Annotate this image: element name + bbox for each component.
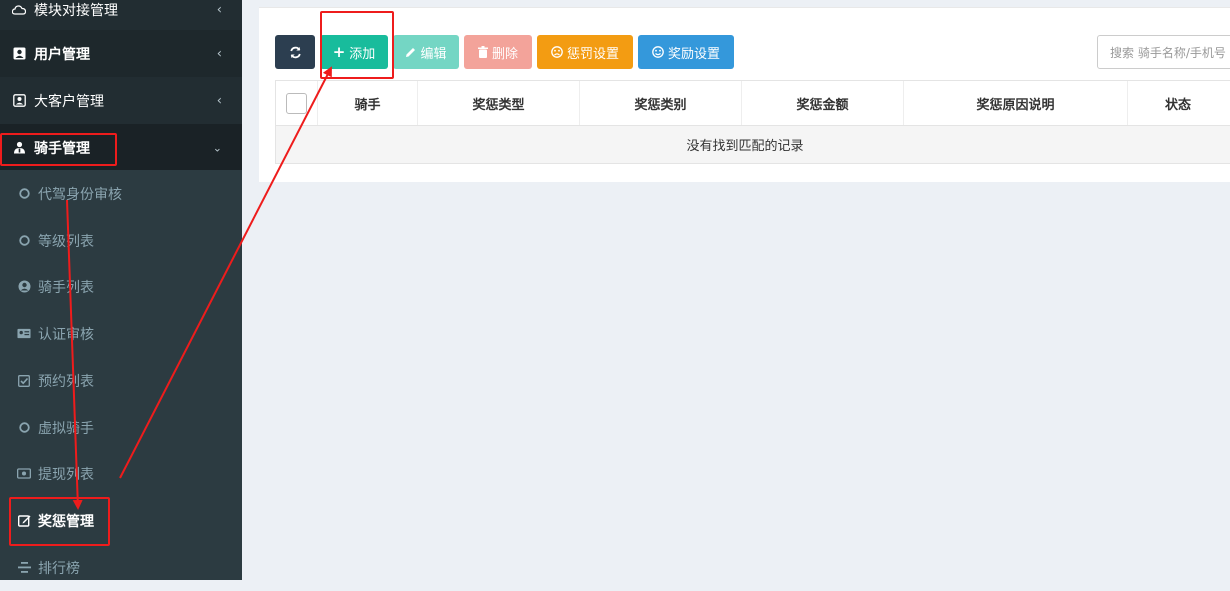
select-all-checkbox[interactable] [286, 92, 307, 114]
sidebar-subitem-rider-list[interactable]: 骑手列表 [0, 263, 242, 310]
refresh-icon [289, 46, 301, 58]
empty-table-message: 没有找到匹配的记录 [275, 126, 1230, 164]
check-square-icon [17, 374, 31, 388]
sidebar-item-label: 用户管理 [34, 46, 90, 63]
sidebar-subitem-leaderboard[interactable]: 排行榜 [0, 544, 242, 591]
sidebar: 模块对接管理 ‹ 用户管理 ‹ 大客户管理 ‹ 骑手管理 ⌄ 代驾身份审核 等级… [0, 0, 242, 580]
highlight-add-button [320, 11, 394, 79]
id-card-icon [17, 327, 31, 341]
select-all-cell [276, 81, 318, 125]
sidebar-item-key-accounts[interactable]: 大客户管理 ‹ [0, 77, 242, 124]
table-header: 骑手 奖惩类型 奖惩类别 奖惩金额 奖惩原因说明 状态 [275, 80, 1230, 126]
sidebar-item-label: 模块对接管理 [34, 2, 118, 19]
sidebar-item-users[interactable]: 用户管理 ‹ [0, 30, 242, 77]
cloud-icon [12, 3, 26, 17]
chevron-down-icon: ⌄ [212, 141, 222, 154]
delete-button[interactable]: 删除 [464, 35, 532, 69]
search-input[interactable]: 搜索 骑手名称/手机号 [1097, 35, 1230, 69]
reward-settings-button[interactable]: 奖励设置 [638, 35, 734, 69]
search-placeholder: 搜索 骑手名称/手机号 [1110, 45, 1226, 60]
sidebar-subitem-label: 虚拟骑手 [38, 420, 94, 437]
column-header[interactable]: 骑手 [318, 81, 418, 125]
highlight-rider-management [0, 133, 117, 166]
sidebar-subitem-virtual-rider[interactable]: 虚拟骑手 [0, 404, 242, 451]
smile-icon [652, 46, 664, 58]
chevron-left-icon: ‹ [216, 2, 222, 17]
sidebar-subitem-level-list[interactable]: 等级列表 [0, 217, 242, 264]
sidebar-item-label: 大客户管理 [34, 93, 104, 110]
sidebar-subitem-label: 提现列表 [38, 466, 94, 483]
column-header[interactable]: 奖惩原因说明 [904, 81, 1128, 125]
sidebar-subitem-label: 代驾身份审核 [38, 186, 122, 203]
list-icon [17, 561, 31, 575]
chevron-left-icon: ‹ [216, 46, 222, 61]
highlight-reward-punish [9, 497, 110, 546]
sidebar-subitem-booking-list[interactable]: 预约列表 [0, 357, 242, 404]
sidebar-subitem-withdraw-list[interactable]: 提现列表 [0, 450, 242, 497]
sidebar-item-module-integration[interactable]: 模块对接管理 ‹ [0, 0, 242, 33]
punish-settings-button[interactable]: 惩罚设置 [537, 35, 633, 69]
column-header[interactable]: 奖惩类型 [418, 81, 580, 125]
pencil-icon [406, 47, 416, 57]
reward-settings-label: 奖励设置 [667, 46, 720, 62]
trash-icon [477, 46, 488, 58]
sidebar-subitem-label: 排行榜 [38, 560, 80, 577]
records-table: 骑手 奖惩类型 奖惩类别 奖惩金额 奖惩原因说明 状态 没有找到匹配的记录 [275, 80, 1230, 164]
column-header[interactable]: 奖惩类别 [580, 81, 742, 125]
sidebar-subitem-label: 等级列表 [38, 233, 94, 250]
delete-button-label: 删除 [491, 46, 518, 62]
edit-button[interactable]: 编辑 [393, 35, 459, 69]
sidebar-subitem-driver-identity-review[interactable]: 代驾身份审核 [0, 170, 242, 217]
sidebar-subitem-certification-review[interactable]: 认证审核 [0, 310, 242, 357]
column-header[interactable]: 奖惩金额 [742, 81, 904, 125]
sidebar-subitem-label: 预约列表 [38, 373, 94, 390]
circle-icon [17, 187, 31, 201]
user-card-icon [12, 94, 26, 108]
user-circle-icon [17, 280, 31, 294]
chevron-left-icon: ‹ [216, 93, 222, 108]
sidebar-subitem-label: 骑手列表 [38, 279, 94, 296]
circle-icon [17, 421, 31, 435]
sidebar-subitem-label: 认证审核 [38, 326, 94, 343]
column-header[interactable]: 状态 [1128, 81, 1228, 125]
money-icon [17, 467, 31, 481]
refresh-button[interactable] [275, 35, 315, 69]
edit-button-label: 编辑 [420, 46, 447, 62]
circle-icon [17, 234, 31, 248]
user-card-icon [12, 47, 26, 61]
frown-icon [551, 46, 563, 58]
punish-settings-label: 惩罚设置 [566, 46, 619, 62]
